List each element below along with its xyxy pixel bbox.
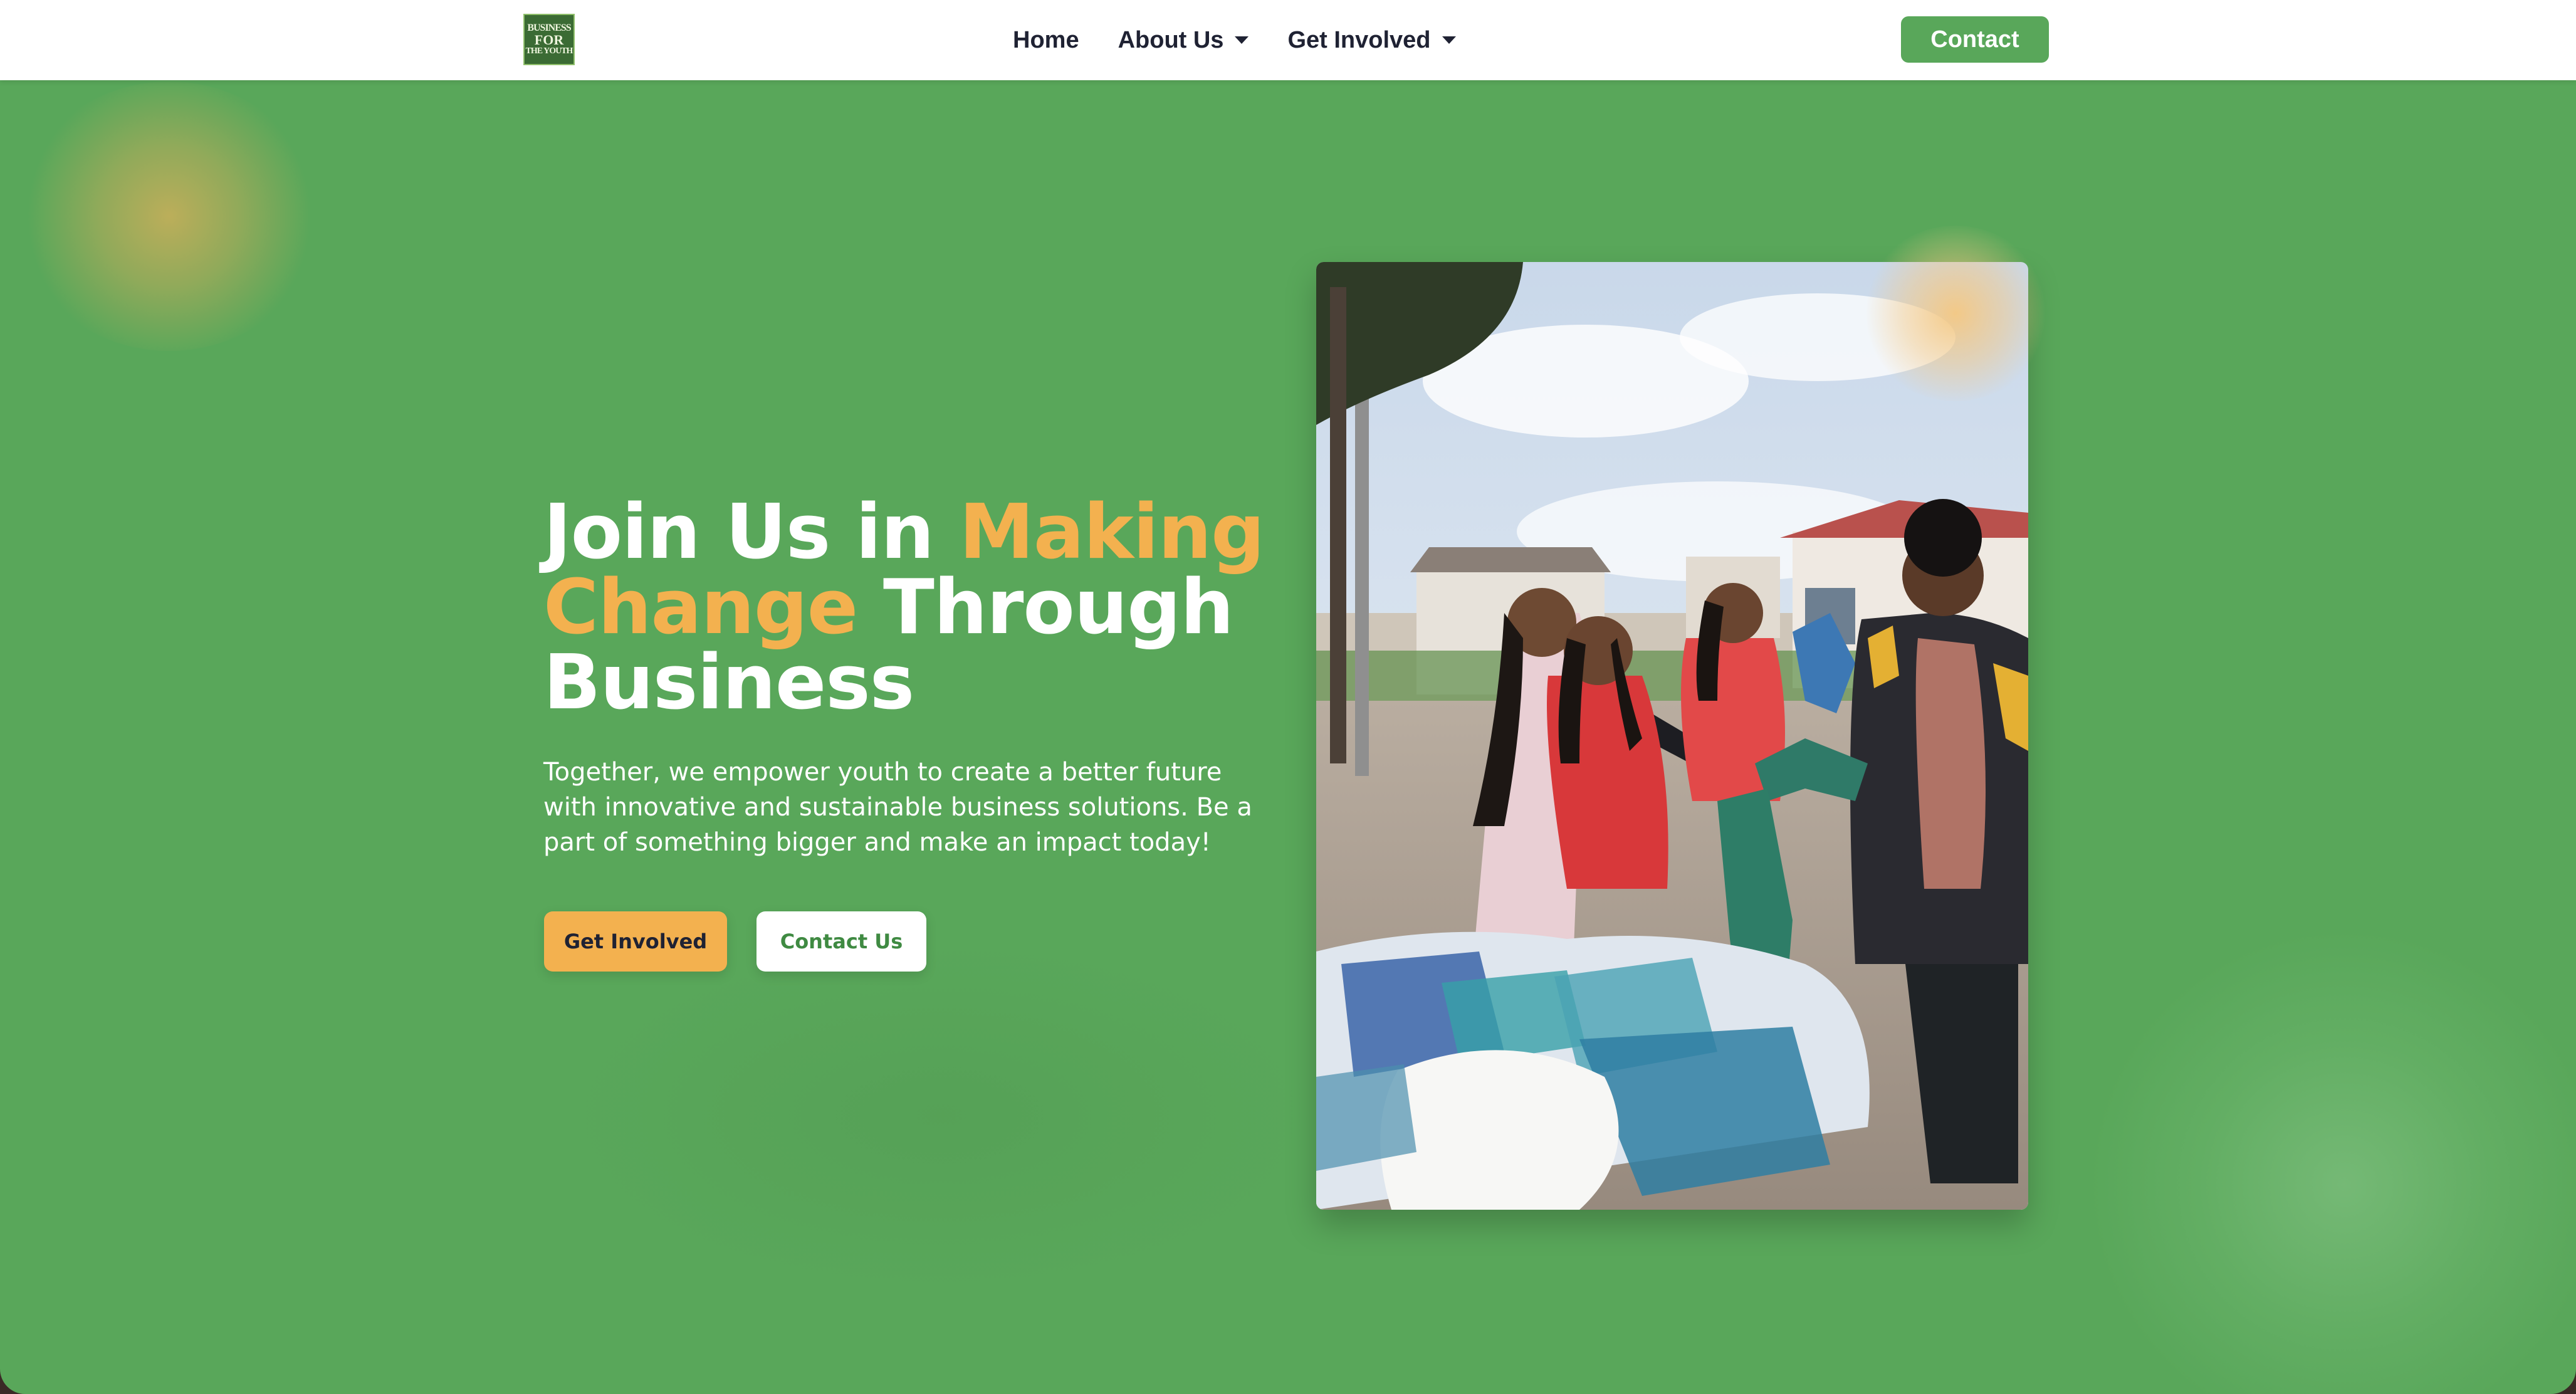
hero-title: Join Us in Making Change Through Busines… — [543, 495, 1333, 721]
hero-title-part1: Join Us in — [543, 489, 960, 576]
logo-line-2: FOR — [534, 32, 564, 48]
caret-down-icon — [1442, 36, 1456, 44]
caret-down-icon — [1235, 36, 1249, 44]
nav-item-get-involved[interactable]: Get Involved — [1287, 26, 1456, 54]
decorative-blob-yellow — [19, 81, 320, 351]
site-logo[interactable]: BUSINESS FOR THE YOUTH — [523, 14, 575, 65]
decorative-blob-orange — [1861, 226, 2050, 401]
nav-item-label: Home — [1013, 26, 1079, 53]
decorative-blob-green — [2087, 928, 2576, 1394]
nav-item-label: About Us — [1118, 26, 1224, 53]
decorative-blob-shadow — [564, 940, 1316, 1291]
nav-item-home[interactable]: Home — [1013, 27, 1079, 54]
nav-item-about-us[interactable]: About Us — [1118, 27, 1249, 54]
main-nav: Home About Us Get Involved — [1013, 0, 1456, 80]
hero-subtitle: Together, we empower youth to create a b… — [543, 758, 1252, 857]
nav-contact-button[interactable]: Contact — [1901, 16, 2049, 63]
navbar: BUSINESS FOR THE YOUTH Home About Us Get… — [0, 0, 2576, 80]
get-involved-button[interactable]: Get Involved — [544, 911, 727, 972]
contact-us-button[interactable]: Contact Us — [757, 911, 926, 972]
hero-photo — [1316, 262, 2028, 1210]
logo-line-3: THE YOUTH — [525, 46, 573, 56]
nav-item-label: Get Involved — [1287, 26, 1431, 53]
page: BUSINESS FOR THE YOUTH Home About Us Get… — [0, 0, 2576, 1394]
